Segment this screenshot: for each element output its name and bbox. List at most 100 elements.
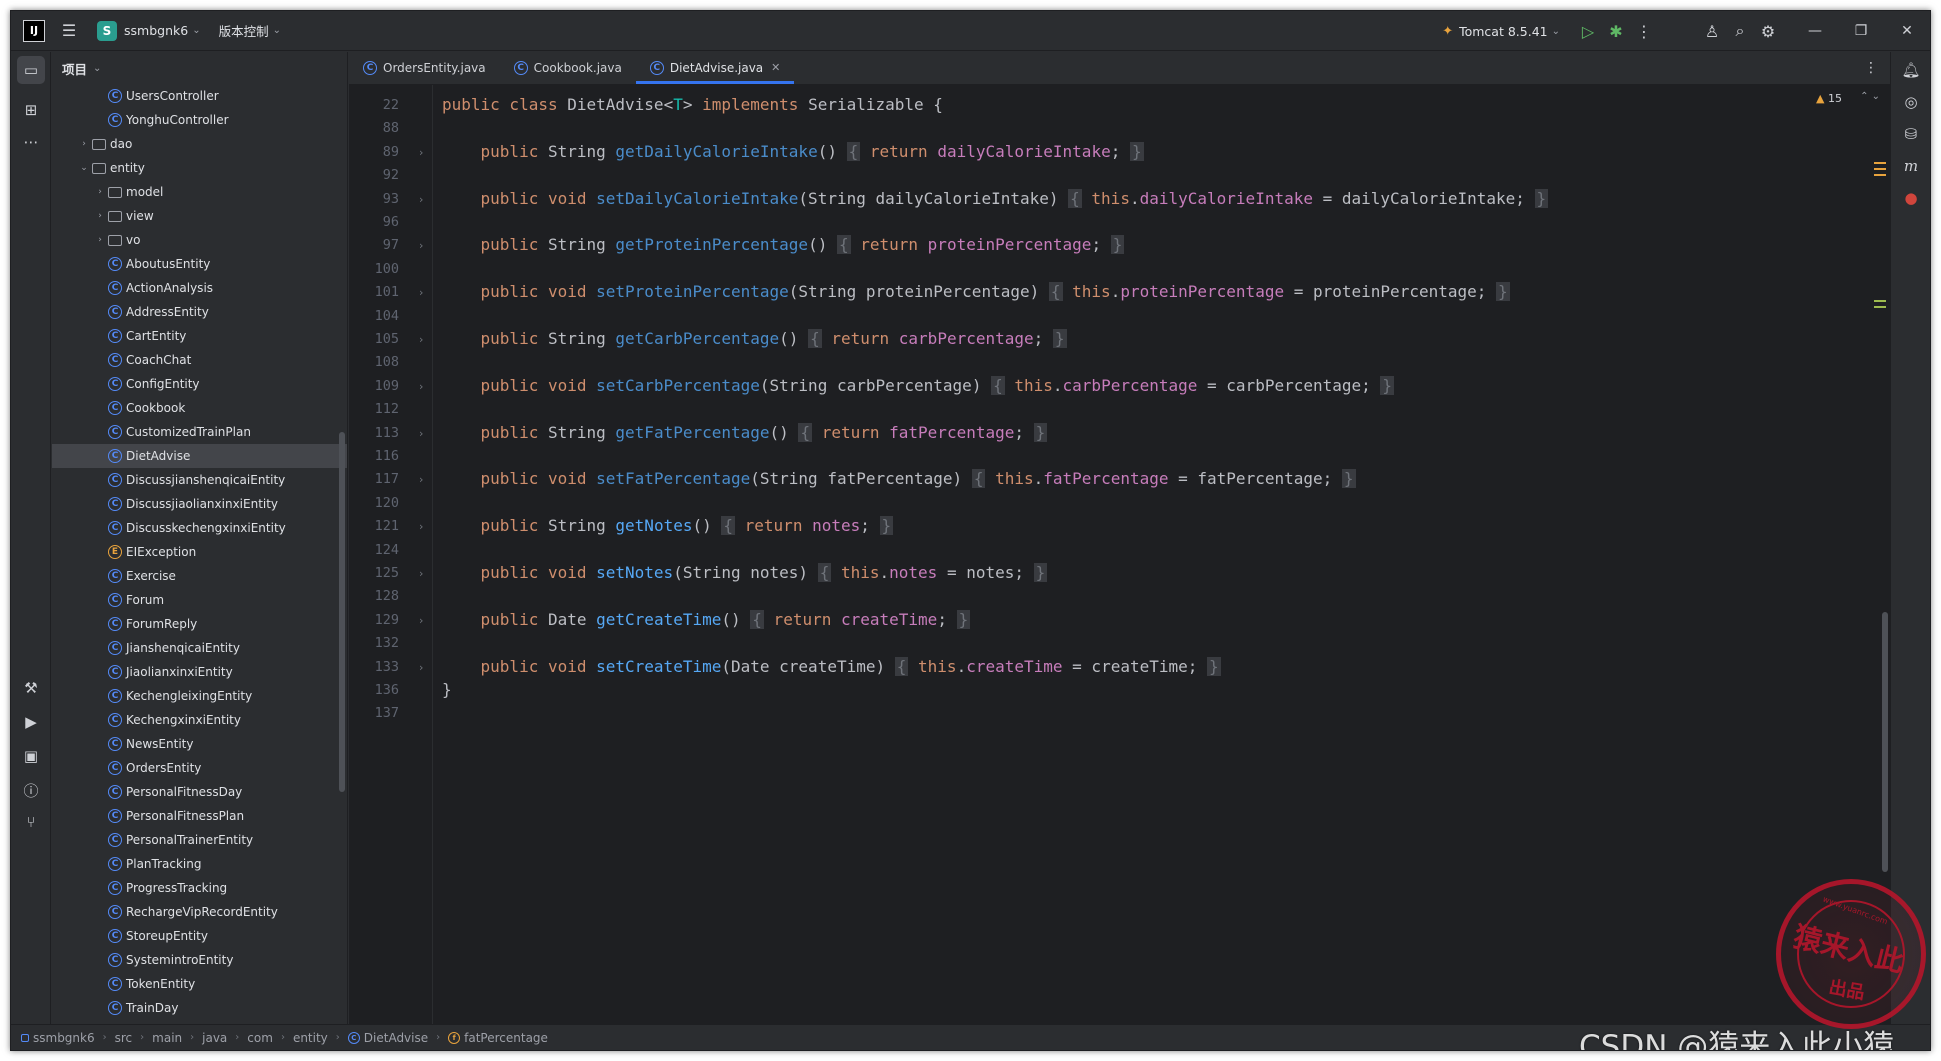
structure-icon[interactable]: ⊞ bbox=[17, 96, 45, 124]
project-name[interactable]: ssmbgnk6 bbox=[124, 23, 188, 38]
terminal-icon[interactable]: ▣ bbox=[17, 742, 45, 770]
breadcrumb-item[interactable]: src bbox=[115, 1031, 133, 1045]
tree-item[interactable]: E EIException bbox=[52, 540, 347, 564]
fold-toggle-icon[interactable]: › bbox=[419, 427, 423, 440]
problems-icon[interactable]: ⓘ bbox=[17, 776, 45, 804]
tree-item[interactable]: C Cookbook bbox=[52, 396, 347, 420]
run-icon[interactable]: ▷ bbox=[1574, 17, 1602, 45]
tree-item[interactable]: C TokenEntity bbox=[52, 972, 347, 996]
tree-item[interactable]: › view bbox=[52, 204, 347, 228]
fold-toggle-icon[interactable]: › bbox=[419, 333, 423, 346]
fold-toggle-icon[interactable]: › bbox=[419, 520, 423, 533]
account-icon[interactable]: ♙ bbox=[1698, 17, 1726, 45]
tree-item[interactable]: C DiscussjiaolianxinxiEntity bbox=[52, 492, 347, 516]
breadcrumb-item[interactable]: entity bbox=[293, 1031, 328, 1045]
tree-item[interactable]: C UsersController bbox=[52, 84, 347, 108]
tree-item[interactable]: C YonghuController bbox=[52, 108, 347, 132]
breadcrumb-item[interactable]: com bbox=[247, 1031, 273, 1045]
tree-item[interactable]: C RechargeVipRecordEntity bbox=[52, 900, 347, 924]
search-icon[interactable]: ⌕ bbox=[1726, 17, 1754, 45]
chevron-right-icon[interactable]: › bbox=[78, 139, 90, 149]
maven-icon[interactable]: m bbox=[1897, 152, 1925, 180]
plugin-icon[interactable]: ● bbox=[1897, 184, 1925, 212]
tree-item[interactable]: C JianshenqicaiEntity bbox=[52, 636, 347, 660]
breadcrumb-item[interactable]: C DietAdvise bbox=[347, 1031, 428, 1045]
build-hammer-icon[interactable]: ⚒ bbox=[17, 674, 45, 702]
tree-item[interactable]: C DietAdvise bbox=[52, 444, 347, 468]
tree-item[interactable]: C CartEntity bbox=[52, 324, 347, 348]
fold-toggle-icon[interactable]: › bbox=[419, 567, 423, 580]
tree-item[interactable]: C KechengleixingEntity bbox=[52, 684, 347, 708]
chevron-right-icon[interactable]: › bbox=[94, 211, 106, 221]
close-window-button[interactable]: ✕ bbox=[1884, 11, 1930, 51]
warnings-indicator[interactable]: ▲ 15 bbox=[1816, 92, 1842, 105]
warning-marker[interactable] bbox=[1874, 174, 1886, 176]
editor-tab[interactable]: C OrdersEntity.java bbox=[349, 51, 500, 84]
tree-item[interactable]: C PersonalFitnessDay bbox=[52, 780, 347, 804]
breadcrumb-item[interactable]: java bbox=[202, 1031, 227, 1045]
editor-scrollbar[interactable] bbox=[1882, 612, 1888, 872]
fold-toggle-icon[interactable]: › bbox=[419, 146, 423, 159]
tree-item[interactable]: C ForumReply bbox=[52, 612, 347, 636]
ai-assistant-icon[interactable]: ◎ bbox=[1897, 88, 1925, 116]
tree-item[interactable]: C Exercise bbox=[52, 564, 347, 588]
more-actions-icon[interactable]: ⋮ bbox=[1630, 17, 1658, 45]
restore-button[interactable]: ❐ bbox=[1838, 11, 1884, 51]
warning-marker[interactable] bbox=[1874, 306, 1886, 308]
fold-toggle-icon[interactable]: › bbox=[419, 614, 423, 627]
tree-item[interactable]: C OrdersEntity bbox=[52, 756, 347, 780]
services-icon[interactable]: ▶ bbox=[17, 708, 45, 736]
tree-item[interactable]: C PlanTracking bbox=[52, 852, 347, 876]
tree-item[interactable]: C CustomizedTrainPlan bbox=[52, 420, 347, 444]
breadcrumb-item[interactable]: f fatPercentage bbox=[448, 1031, 548, 1045]
intellij-logo-icon[interactable]: IJ bbox=[23, 19, 45, 42]
tree-item[interactable]: › dao bbox=[52, 132, 347, 156]
tree-item[interactable]: C Forum bbox=[52, 588, 347, 612]
notifications-bell-icon[interactable]: 🔔︎ bbox=[1897, 56, 1925, 84]
tree-item[interactable]: C CoachChat bbox=[52, 348, 347, 372]
tree-item[interactable]: › vo bbox=[52, 228, 347, 252]
tree-item[interactable]: C AboutusEntity bbox=[52, 252, 347, 276]
tree-item[interactable]: C AddressEntity bbox=[52, 300, 347, 324]
tree-item[interactable]: C ProgressTracking bbox=[52, 876, 347, 900]
chevron-down-icon[interactable]: ⌄ bbox=[78, 163, 90, 173]
fold-toggle-icon[interactable]: › bbox=[419, 193, 423, 206]
tree-item[interactable]: C ConfigEntity bbox=[52, 372, 347, 396]
chevron-right-icon[interactable]: › bbox=[94, 235, 106, 245]
close-tab-icon[interactable]: ✕ bbox=[771, 61, 780, 74]
fold-toggle-icon[interactable]: › bbox=[419, 473, 423, 486]
chevron-right-icon[interactable]: › bbox=[94, 187, 106, 197]
tree-item[interactable]: C PersonalFitnessPlan bbox=[52, 804, 347, 828]
database-icon[interactable]: ⛁ bbox=[1897, 120, 1925, 148]
tree-item[interactable]: C JiaolianxinxiEntity bbox=[52, 660, 347, 684]
project-folder-icon[interactable]: ▭ bbox=[17, 56, 45, 84]
chevron-down-icon[interactable]: ⌄ bbox=[273, 25, 281, 36]
chevron-down-icon[interactable]: ⌄ bbox=[192, 25, 200, 36]
project-panel-header[interactable]: 项目 ⌄ bbox=[52, 52, 347, 84]
tree-item[interactable]: C ActionAnalysis bbox=[52, 276, 347, 300]
inspection-nav-arrows[interactable]: ⌃ ⌄ bbox=[1860, 91, 1880, 102]
editor-tab[interactable]: C Cookbook.java bbox=[500, 51, 636, 84]
tree-item[interactable]: › model bbox=[52, 180, 347, 204]
tree-item[interactable]: C DiscusskechengxinxiEntity bbox=[52, 516, 347, 540]
fold-toggle-icon[interactable]: › bbox=[419, 380, 423, 393]
run-configuration-selector[interactable]: ✦ Tomcat 8.5.41 ⌄ bbox=[1442, 24, 1560, 39]
fold-toggle-icon[interactable]: › bbox=[419, 286, 423, 299]
tree-item[interactable]: C NewsEntity bbox=[52, 732, 347, 756]
settings-gear-icon[interactable]: ⚙ bbox=[1754, 17, 1782, 45]
code-view[interactable]: public class DietAdvise<T> implements Se… bbox=[434, 85, 1890, 1024]
vcs-menu[interactable]: 版本控制 bbox=[219, 21, 269, 40]
warning-marker[interactable] bbox=[1874, 162, 1886, 164]
tree-item[interactable]: C DiscussjianshenqicaiEntity bbox=[52, 468, 347, 492]
tree-item[interactable]: ⌄ entity bbox=[52, 156, 347, 180]
tree-item[interactable]: C KechengxinxiEntity bbox=[52, 708, 347, 732]
project-badge[interactable]: S bbox=[97, 20, 117, 41]
warning-marker[interactable] bbox=[1874, 300, 1886, 302]
breadcrumb-item[interactable]: ssmbgnk6 bbox=[21, 1031, 95, 1045]
tree-item[interactable]: C PersonalTrainerEntity bbox=[52, 828, 347, 852]
minimize-button[interactable]: — bbox=[1792, 11, 1838, 51]
project-scrollbar[interactable] bbox=[339, 432, 345, 792]
debug-icon[interactable]: ✱ bbox=[1602, 17, 1630, 45]
breadcrumb-item[interactable]: main bbox=[152, 1031, 182, 1045]
fold-toggle-icon[interactable]: › bbox=[419, 239, 423, 252]
